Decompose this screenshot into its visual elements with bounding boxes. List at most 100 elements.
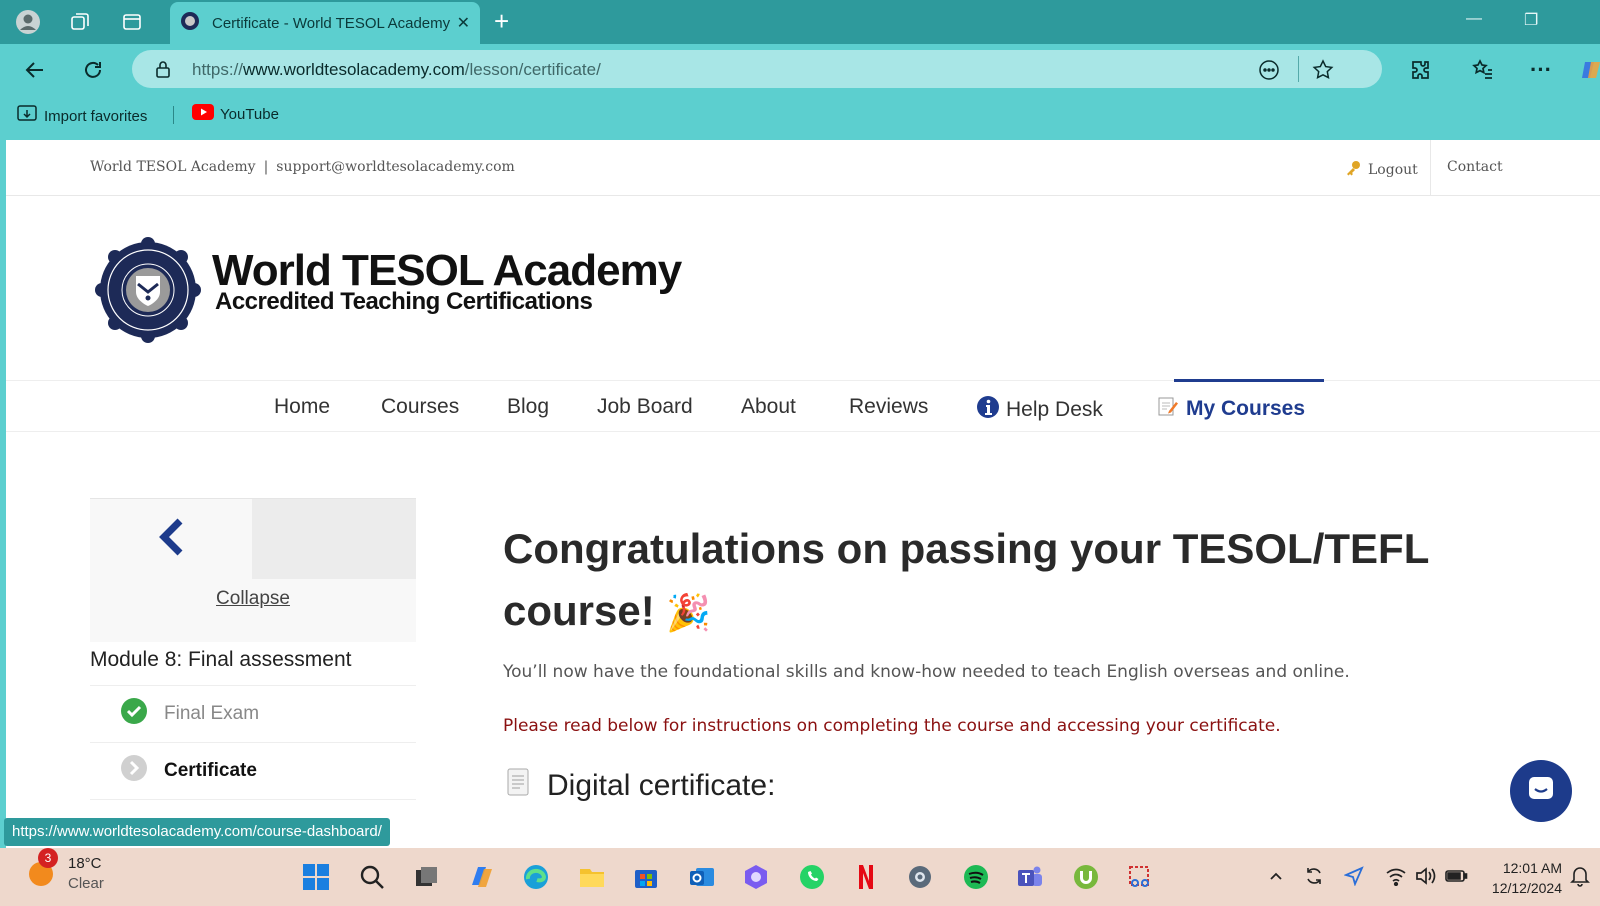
weather-widget[interactable]: 3 18°C Clear (24, 848, 104, 894)
profile-avatar-icon[interactable] (14, 8, 42, 36)
clock-date: 12/12/2024 (1491, 880, 1562, 896)
main-navigation: Home Courses Blog Job Board About Review… (6, 379, 1600, 432)
start-icon[interactable] (300, 861, 332, 893)
topbar-email-link[interactable]: support@worldtesolacademy.com (276, 159, 515, 175)
nav-job-board[interactable]: Job Board (597, 395, 693, 419)
address-url[interactable]: https://www.worldtesolacademy.com/lesson… (192, 60, 601, 80)
nav-blog[interactable]: Blog (507, 395, 549, 419)
contact-link[interactable]: Contact (1430, 140, 1519, 196)
intro-text: You’ll now have the foundational skills … (503, 662, 1350, 682)
bookmark-separator (173, 106, 174, 124)
notification-bell-icon[interactable] (1568, 864, 1592, 888)
settings-gear-icon[interactable] (904, 861, 936, 893)
weather-condition: Clear (68, 875, 104, 892)
copilot-taskbar-icon[interactable] (466, 861, 498, 893)
nav-courses[interactable]: Courses (381, 395, 459, 419)
browser-toolbar: https://www.worldtesolacademy.com/lesson… (0, 44, 1600, 94)
extensions-icon[interactable] (1406, 55, 1436, 85)
site-topbar: World TESOL Academy | support@worldtesolac… (6, 140, 1600, 196)
chat-widget-button[interactable] (1510, 760, 1572, 822)
party-popper-icon: 🎉 (666, 592, 712, 633)
logo-subtitle: Accredited Teaching Certifications (215, 288, 593, 315)
academy-seal-logo[interactable] (94, 236, 202, 349)
wifi-icon[interactable] (1384, 864, 1408, 888)
nav-help-desk[interactable]: Help Desk (976, 395, 1103, 425)
windows-taskbar: 3 18°C Clear 12:01 AM 12/12/2024 (0, 848, 1600, 906)
status-bar-link: https://www.worldtesolacademy.com/course… (4, 818, 390, 846)
collapse-link[interactable]: Collapse (90, 578, 416, 642)
import-favorites-icon (16, 104, 38, 128)
lesson-certificate[interactable]: Certificate (90, 743, 416, 800)
copilot-icon[interactable] (1576, 55, 1600, 85)
more-options-icon[interactable]: ··· (1526, 55, 1556, 85)
bookmark-import-favorites[interactable]: Import favorites (16, 104, 147, 128)
memo-icon (1156, 395, 1178, 423)
utorrent-icon[interactable] (1070, 861, 1102, 893)
system-clock[interactable]: 12:01 AM 12/12/2024 (1472, 858, 1562, 898)
edge-icon[interactable] (520, 861, 552, 893)
tab-close-icon[interactable]: ✕ (457, 13, 470, 33)
info-icon (976, 395, 1000, 425)
favorites-list-icon[interactable] (1468, 55, 1498, 85)
snipping-tool-icon[interactable] (1124, 861, 1156, 893)
search-icon[interactable] (356, 861, 388, 893)
browser-titlebar: Certificate - World TESOL Academy ✕ + — … (0, 0, 1600, 44)
restore-icon[interactable]: ❐ (1524, 10, 1538, 30)
back-icon[interactable] (20, 55, 50, 85)
volume-icon[interactable] (1414, 864, 1438, 888)
site-favicon-icon (180, 11, 200, 36)
web-page: World TESOL Academy | support@worldtesolac… (6, 140, 1600, 848)
course-sidebar: Collapse Module 8: Final assessment Fina… (90, 498, 416, 800)
refresh-icon[interactable] (78, 55, 108, 85)
new-tab-icon[interactable]: + (494, 8, 509, 34)
instructions-notice: Please read below for instructions on co… (503, 716, 1281, 736)
reader-mode-icon[interactable] (1258, 59, 1280, 86)
netflix-icon[interactable] (850, 861, 882, 893)
workspaces-icon[interactable] (66, 8, 94, 36)
clock-time: 12:01 AM (1502, 860, 1562, 876)
tab-title: Certificate - World TESOL Academy (212, 14, 451, 32)
lesson-final-exam[interactable]: Final Exam (90, 686, 416, 743)
weather-sun-icon: 3 (24, 848, 58, 888)
module-title: Module 8: Final assessment (90, 642, 416, 686)
digital-certificate-heading: Digital certificate: (503, 766, 1463, 806)
address-bar[interactable]: https://www.worldtesolacademy.com/lesson… (132, 50, 1382, 88)
lock-icon[interactable] (154, 60, 172, 83)
battery-icon[interactable] (1444, 864, 1468, 888)
whatsapp-icon[interactable] (796, 861, 828, 893)
weather-temp: 18°C (68, 855, 102, 872)
topbar-separator: | (263, 159, 269, 175)
chat-bubble-icon (1526, 774, 1556, 809)
active-nav-indicator (1174, 379, 1324, 382)
task-view-icon[interactable] (410, 861, 442, 893)
logout-link[interactable]: Logout (1344, 159, 1418, 181)
lesson-content: Congratulations on passing your TESOL/TE… (503, 518, 1463, 806)
bookmark-youtube[interactable]: YouTube (192, 104, 279, 124)
sidebar-header-panel (252, 499, 416, 579)
nav-home[interactable]: Home (274, 395, 330, 419)
teams-icon[interactable] (1014, 861, 1046, 893)
page-title: Congratulations on passing your TESOL/TE… (503, 525, 1429, 634)
check-circle-icon (120, 697, 148, 731)
vertical-tabs-icon[interactable] (118, 8, 146, 36)
address-divider (1298, 56, 1299, 82)
microsoft-store-icon[interactable] (630, 861, 662, 893)
spotify-icon[interactable] (960, 861, 992, 893)
copilot-app-icon[interactable] (740, 861, 772, 893)
weather-badge: 3 (38, 848, 58, 868)
minimize-icon[interactable]: — (1466, 10, 1482, 28)
document-icon (503, 766, 533, 806)
chevron-up-icon[interactable] (1264, 864, 1288, 888)
active-tab[interactable]: Certificate - World TESOL Academy ✕ (170, 2, 480, 44)
file-explorer-icon[interactable] (576, 861, 608, 893)
outlook-icon[interactable] (686, 861, 718, 893)
sync-icon[interactable] (1302, 864, 1326, 888)
key-icon (1344, 159, 1362, 181)
location-arrow-icon[interactable] (1342, 864, 1366, 888)
chevron-left-icon (156, 517, 186, 562)
favorite-star-icon[interactable] (1312, 59, 1334, 86)
sidebar-back-button[interactable] (90, 499, 252, 579)
nav-about[interactable]: About (741, 395, 796, 419)
nav-reviews[interactable]: Reviews (849, 395, 928, 419)
nav-my-courses[interactable]: My Courses (1156, 395, 1305, 423)
